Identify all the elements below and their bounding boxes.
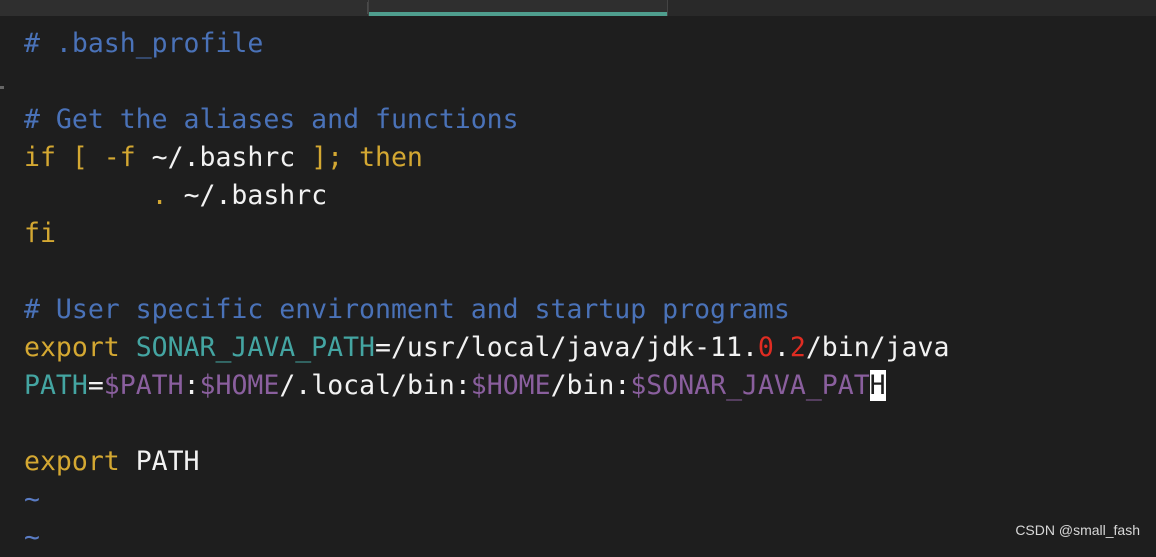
tab-inactive-left[interactable] [0, 0, 368, 16]
code-token: = [88, 370, 104, 401]
code-token: /bin/java [806, 332, 950, 363]
code-token: : [184, 370, 200, 401]
code-token: $PATH [104, 370, 184, 401]
code-line[interactable]: fi [24, 215, 949, 253]
code-token: ~/.bashrc [184, 180, 328, 211]
code-line[interactable]: export SONAR_JAVA_PATH=/usr/local/java/j… [24, 329, 949, 367]
code-token: ]; then [311, 142, 423, 173]
empty-line-tilde: ~ [24, 484, 40, 515]
code-line[interactable]: # .bash_profile [24, 25, 949, 63]
watermark: CSDN @small_fash [1015, 522, 1140, 538]
code-token: $HOME [200, 370, 280, 401]
code-line[interactable] [24, 253, 949, 291]
code-token: 0 [758, 332, 774, 363]
empty-line-tilde: ~ [24, 522, 40, 553]
code-token: /bin: [551, 370, 631, 401]
code-token [24, 180, 152, 211]
code-line[interactable]: # User specific environment and startup … [24, 291, 949, 329]
code-token: $HOME [471, 370, 551, 401]
code-token: SONAR_JAVA_PATH [136, 332, 375, 363]
code-token: # [24, 28, 56, 59]
code-line[interactable] [24, 63, 949, 101]
code-token: /.local/bin: [279, 370, 470, 401]
code-line[interactable]: if [ -f ~/.bashrc ]; then [24, 139, 949, 177]
code-line[interactable]: PATH=$PATH:$HOME/.local/bin:$HOME/bin:$S… [24, 367, 949, 405]
code-line[interactable]: ~ [24, 481, 949, 519]
code-line[interactable]: # Get the aliases and functions [24, 101, 949, 139]
code-token: [ -f [72, 142, 152, 173]
gutter-marker [0, 86, 4, 89]
code-token: =/usr/local/java/jdk-11. [375, 332, 758, 363]
code-token: if [24, 142, 72, 173]
code-line[interactable]: . ~/.bashrc [24, 177, 949, 215]
code-token: # Get the aliases and functions [24, 104, 519, 135]
code-line[interactable] [24, 405, 949, 443]
code-token: export [24, 332, 136, 363]
text-cursor: H [870, 370, 886, 401]
code-token: export [24, 446, 136, 477]
vim-editor-buffer[interactable]: # .bash_profile # Get the aliases and fu… [24, 25, 949, 557]
code-token: PATH [136, 446, 200, 477]
code-token: 2 [790, 332, 806, 363]
code-token: . [152, 180, 184, 211]
active-tab-indicator [369, 12, 667, 16]
code-token: $SONAR_JAVA_PAT [630, 370, 869, 401]
code-token: ~/.bashrc [152, 142, 312, 173]
tab-inactive-right[interactable] [668, 0, 1156, 16]
code-line[interactable]: export PATH [24, 443, 949, 481]
code-token: .bash_profile [56, 28, 263, 59]
code-token: . [774, 332, 790, 363]
code-token: PATH [24, 370, 88, 401]
tab-active[interactable] [368, 0, 668, 16]
code-line[interactable]: ~ [24, 519, 949, 557]
code-token: # User specific environment and startup … [24, 294, 790, 325]
tab-bar [0, 0, 1156, 16]
code-token: fi [24, 218, 56, 249]
